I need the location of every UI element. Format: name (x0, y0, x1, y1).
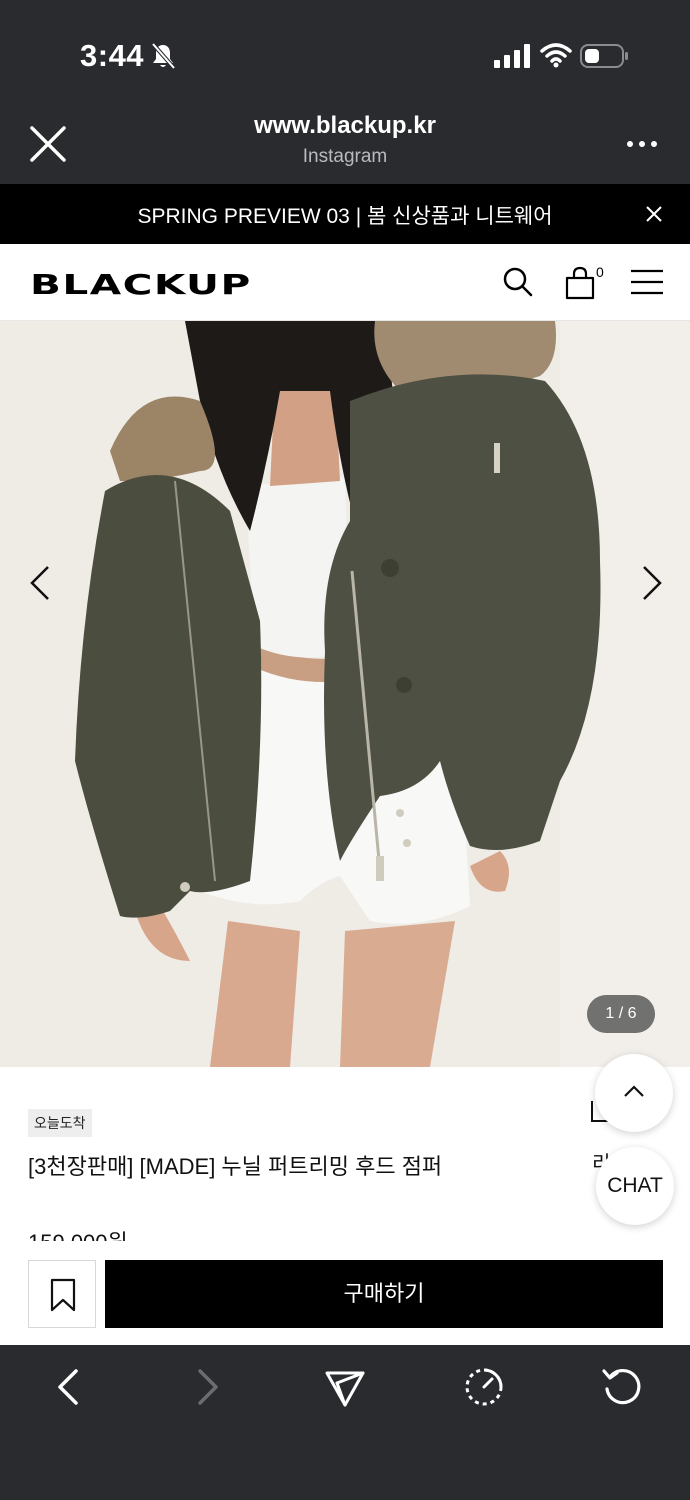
browser-source-label: Instagram (302, 146, 388, 167)
cellular-signal-icon (494, 44, 530, 68)
shopping-bag-icon[interactable] (564, 266, 596, 300)
promo-text[interactable]: SPRING PREVIEW 03 | 봄 신상품과 니트웨어 (0, 200, 690, 230)
chat-button[interactable]: CHAT (596, 1147, 674, 1225)
hamburger-menu-icon[interactable] (630, 269, 664, 295)
buy-now-button[interactable]: 구매하기 (105, 1260, 663, 1328)
brand-logo[interactable]: BLACKUP (30, 268, 252, 301)
cart-count-badge: 0 (596, 264, 604, 280)
image-counter: 1 / 6 (587, 995, 655, 1033)
product-name: [3천장판매] [MADE] 누닐 퍼트리밍 후드 점퍼 (28, 1154, 443, 1179)
previous-image-icon[interactable] (28, 563, 52, 603)
status-time: 3:44 (80, 38, 145, 73)
more-options-icon[interactable] (622, 132, 662, 156)
status-bar: 3:44 (0, 0, 690, 104)
forward-icon[interactable] (186, 1365, 230, 1409)
browser-toolbar (0, 1345, 690, 1500)
page-url: www.blackup.kr (254, 112, 436, 139)
product-image-carousel[interactable]: 1 / 6 (0, 321, 690, 1067)
send-icon[interactable] (323, 1365, 367, 1409)
scroll-to-top-button[interactable] (595, 1054, 673, 1132)
back-icon[interactable] (46, 1365, 90, 1409)
wishlist-button[interactable] (28, 1260, 96, 1328)
today-arrival-badge: 오늘도착 (28, 1109, 92, 1137)
close-icon[interactable] (644, 204, 664, 224)
chevron-up-icon (624, 1085, 644, 1097)
product-price: 159,000원 (28, 1225, 128, 1241)
purchase-bar: 구매하기 (0, 1245, 690, 1345)
product-photo (0, 321, 690, 1067)
promo-banner[interactable]: SPRING PREVIEW 03 | 봄 신상품과 니트웨어 (0, 184, 690, 244)
in-app-browser-header: www.blackup.kr Instagram (0, 104, 690, 184)
reload-icon[interactable] (600, 1365, 644, 1409)
site-header: BLACKUP 0 (0, 244, 690, 321)
wifi-icon (540, 43, 572, 68)
search-icon[interactable] (502, 266, 534, 298)
bookmark-icon (50, 1278, 76, 1312)
timer-icon[interactable] (462, 1365, 506, 1409)
bell-slash-icon (151, 42, 176, 70)
next-image-icon[interactable] (640, 563, 664, 603)
battery-icon (580, 44, 628, 68)
